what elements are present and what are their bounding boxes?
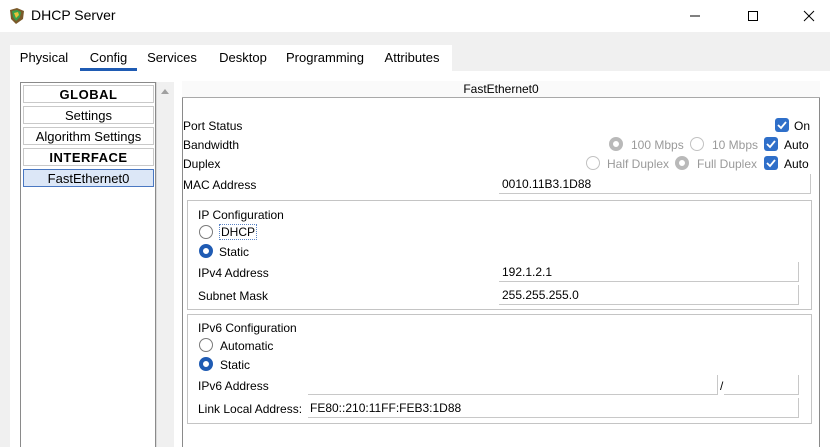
ip-configuration-label: IP Configuration: [198, 208, 284, 222]
sidebar-header-interface: INTERFACE: [23, 148, 154, 166]
mac-address-field[interactable]: 0010.11B3.1D88: [499, 174, 811, 194]
config-sidebar: GLOBAL Settings Algorithm Settings INTER…: [20, 82, 156, 447]
minimize-icon: [690, 15, 700, 17]
bandwidth-auto-checkbox[interactable]: [764, 137, 778, 151]
tab-desktop[interactable]: Desktop: [214, 45, 272, 71]
packet-tracer-app-icon: [8, 7, 26, 25]
ipv4-static-label: Static: [219, 245, 250, 259]
ipv4-address-field[interactable]: 192.1.2.1: [499, 262, 799, 282]
duplex-auto-label: Auto: [784, 157, 809, 171]
duplex-label: Duplex: [183, 157, 221, 171]
scroll-up-icon[interactable]: [159, 86, 171, 98]
tab-physical[interactable]: Physical: [14, 45, 74, 71]
tab-config[interactable]: Config: [80, 45, 137, 71]
ipv6-static-radio[interactable]: [199, 357, 213, 371]
close-icon: [803, 10, 815, 22]
bandwidth-auto-label: Auto: [784, 138, 809, 152]
sidebar-scrollbar[interactable]: [156, 82, 174, 447]
ipv6-static-label: Static: [220, 358, 251, 372]
maximize-button[interactable]: [730, 0, 776, 32]
close-button[interactable]: [786, 0, 830, 32]
ipv4-dhcp-label: DHCP: [219, 224, 258, 240]
title-bar: DHCP Server: [0, 0, 830, 32]
ipv6-address-label: IPv6 Address: [198, 379, 269, 393]
ipv6-prefix-field[interactable]: [724, 375, 799, 395]
port-status-checkbox[interactable]: [775, 118, 789, 132]
ipv6-address-field[interactable]: [308, 375, 718, 395]
ipv4-address-label: IPv4 Address: [198, 266, 269, 280]
minimize-button[interactable]: [672, 0, 718, 32]
port-status-on-label: On: [794, 119, 811, 133]
sidebar-item-algorithm-settings[interactable]: Algorithm Settings: [23, 127, 154, 145]
panel-header: FastEthernet0: [182, 81, 820, 98]
bandwidth-10-label: 10 Mbps: [712, 138, 759, 152]
link-local-address-field: FE80::210:11FF:FEB3:1D88: [308, 398, 799, 418]
sidebar-item-settings[interactable]: Settings: [23, 106, 154, 124]
port-status-label: Port Status: [183, 119, 243, 133]
duplex-half-label: Half Duplex: [607, 157, 670, 171]
subnet-mask-label: Subnet Mask: [198, 289, 269, 303]
checkmark-icon: [766, 140, 776, 149]
tab-programming[interactable]: Programming: [284, 45, 366, 71]
checkmark-icon: [777, 121, 787, 130]
duplex-full-label: Full Duplex: [697, 157, 758, 171]
tab-services[interactable]: Services: [144, 45, 200, 71]
bandwidth-10-radio[interactable]: [690, 137, 704, 151]
checkmark-icon: [766, 159, 776, 168]
sidebar-header-global: GLOBAL: [23, 85, 154, 103]
ipv6-automatic-label: Automatic: [220, 339, 274, 353]
duplex-half-radio[interactable]: [586, 156, 600, 170]
sidebar-item-fastethernet0[interactable]: FastEthernet0: [23, 169, 154, 187]
bandwidth-100-radio[interactable]: [609, 137, 623, 151]
tab-attributes[interactable]: Attributes: [380, 45, 444, 71]
ipv6-configuration-label: IPv6 Configuration: [198, 321, 297, 335]
ipv6-automatic-radio[interactable]: [199, 338, 213, 352]
maximize-icon: [748, 11, 758, 21]
window-title: DHCP Server: [31, 7, 116, 23]
bandwidth-label: Bandwidth: [183, 138, 240, 152]
link-local-address-label: Link Local Address:: [198, 402, 303, 416]
ipv4-static-radio[interactable]: [199, 244, 213, 258]
ipv4-dhcp-radio[interactable]: [199, 225, 213, 239]
subnet-mask-field[interactable]: 255.255.255.0: [499, 285, 799, 305]
duplex-auto-checkbox[interactable]: [764, 156, 778, 170]
bandwidth-100-label: 100 Mbps: [631, 138, 684, 152]
mac-address-label: MAC Address: [183, 178, 257, 192]
duplex-full-radio[interactable]: [675, 156, 689, 170]
ipv6-prefix-separator: /: [720, 379, 724, 393]
